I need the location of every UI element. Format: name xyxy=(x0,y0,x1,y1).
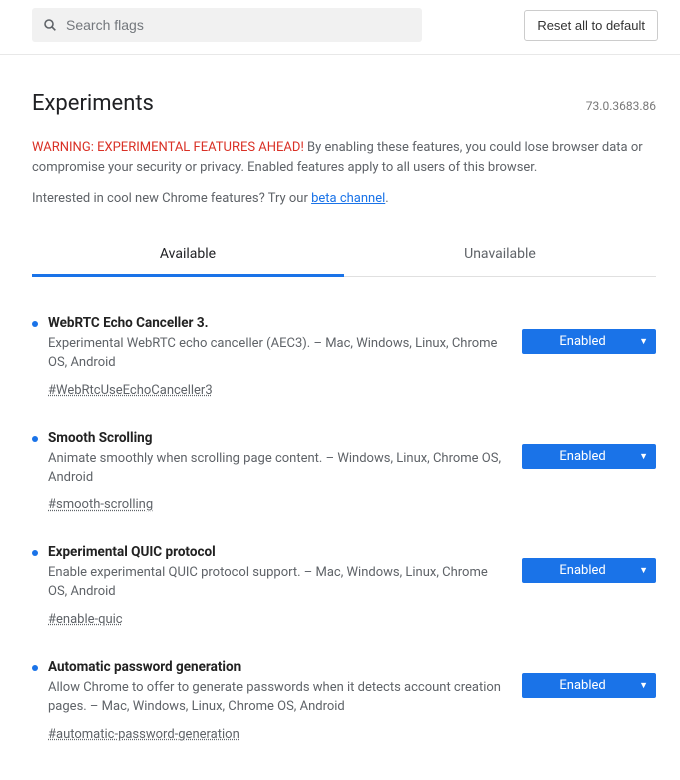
flag-title: Automatic password generation xyxy=(48,659,510,675)
status-dot-icon xyxy=(32,550,38,556)
tabs: Available Unavailable xyxy=(32,234,656,277)
flag-title: Smooth Scrolling xyxy=(48,430,510,446)
flag-select-value: Enabled xyxy=(536,678,629,693)
search-icon xyxy=(42,17,58,33)
beta-channel-link[interactable]: beta channel xyxy=(311,191,385,206)
warning-block: WARNING: EXPERIMENTAL FEATURES AHEAD! By… xyxy=(32,138,656,177)
flag-body: Experimental QUIC protocol Enable experi… xyxy=(48,544,522,627)
flag-select[interactable]: Enabled ▼ xyxy=(522,444,656,469)
flag-hash-link[interactable]: #enable-quic xyxy=(48,612,123,627)
flag-body: WebRTC Echo Canceller 3. Experimental We… xyxy=(48,315,522,398)
interest-suffix: . xyxy=(385,191,388,206)
reset-all-button[interactable]: Reset all to default xyxy=(524,10,658,41)
flag-select[interactable]: Enabled ▼ xyxy=(522,558,656,583)
flags-list: WebRTC Echo Canceller 3. Experimental We… xyxy=(32,277,656,760)
flag-select-value: Enabled xyxy=(536,334,629,349)
flag-desc: Experimental WebRTC echo canceller (AEC3… xyxy=(48,335,510,373)
flag-select-value: Enabled xyxy=(536,449,629,464)
search-box[interactable] xyxy=(32,8,422,42)
flag-title: Experimental QUIC protocol xyxy=(48,544,510,560)
flag-select-wrap: Enabled ▼ xyxy=(522,444,656,469)
flag-hash-link[interactable]: #automatic-password-generation xyxy=(48,727,240,742)
flag-hash-link[interactable]: #WebRtcUseEchoCanceller3 xyxy=(48,383,213,398)
content: Experiments 73.0.3683.86 WARNING: EXPERI… xyxy=(0,55,680,780)
version-text: 73.0.3683.86 xyxy=(586,99,656,113)
flag-body: Automatic password generation Allow Chro… xyxy=(48,659,522,742)
flag-select-wrap: Enabled ▼ xyxy=(522,673,656,698)
interest-line: Interested in cool new Chrome features? … xyxy=(32,191,656,206)
flag-title: WebRTC Echo Canceller 3. xyxy=(48,315,510,331)
flag-select-wrap: Enabled ▼ xyxy=(522,329,656,354)
chevron-down-icon: ▼ xyxy=(639,336,648,347)
search-input[interactable] xyxy=(66,17,412,33)
warning-bold: WARNING: EXPERIMENTAL FEATURES AHEAD! xyxy=(32,140,304,155)
status-dot-icon xyxy=(32,436,38,442)
status-dot-icon xyxy=(32,321,38,327)
status-dot-icon xyxy=(32,665,38,671)
flag-item: Automatic password generation Allow Chro… xyxy=(32,645,656,760)
page-title: Experiments xyxy=(32,91,154,116)
flag-desc: Allow Chrome to offer to generate passwo… xyxy=(48,679,510,717)
chevron-down-icon: ▼ xyxy=(639,451,648,462)
flag-item: WebRTC Echo Canceller 3. Experimental We… xyxy=(32,301,656,416)
tab-available[interactable]: Available xyxy=(32,234,344,277)
chevron-down-icon: ▼ xyxy=(639,565,648,576)
flag-item: Experimental QUIC protocol Enable experi… xyxy=(32,530,656,645)
interest-prefix: Interested in cool new Chrome features? … xyxy=(32,191,311,206)
flag-body: Smooth Scrolling Animate smoothly when s… xyxy=(48,430,522,513)
flag-desc: Enable experimental QUIC protocol suppor… xyxy=(48,564,510,602)
tab-unavailable[interactable]: Unavailable xyxy=(344,234,656,276)
heading-row: Experiments 73.0.3683.86 xyxy=(32,91,656,116)
flag-select-wrap: Enabled ▼ xyxy=(522,558,656,583)
flag-item: Smooth Scrolling Animate smoothly when s… xyxy=(32,416,656,531)
topbar: Reset all to default xyxy=(0,0,680,55)
flag-desc: Animate smoothly when scrolling page con… xyxy=(48,450,510,488)
flag-select[interactable]: Enabled ▼ xyxy=(522,329,656,354)
flag-select[interactable]: Enabled ▼ xyxy=(522,673,656,698)
flag-hash-link[interactable]: #smooth-scrolling xyxy=(48,497,153,512)
chevron-down-icon: ▼ xyxy=(639,680,648,691)
flag-select-value: Enabled xyxy=(536,563,629,578)
